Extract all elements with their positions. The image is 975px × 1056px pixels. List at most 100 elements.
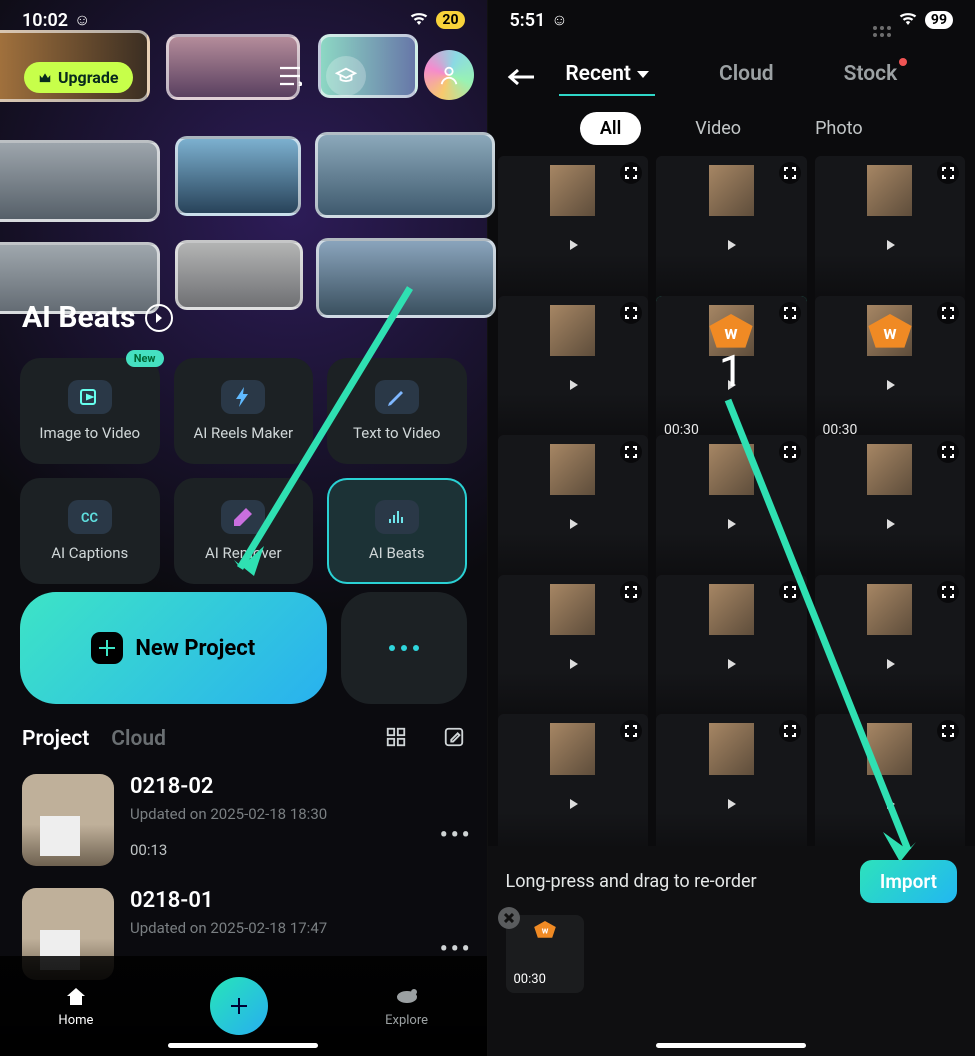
expand-icon[interactable] bbox=[779, 720, 801, 742]
nav-home[interactable]: Home bbox=[58, 985, 93, 1028]
template-thumbnail[interactable] bbox=[315, 132, 495, 218]
project-tabs: Project Cloud bbox=[22, 726, 465, 752]
media-item[interactable] bbox=[656, 575, 807, 726]
media-item[interactable] bbox=[815, 714, 966, 846]
tab-cloud[interactable]: Cloud bbox=[719, 62, 774, 86]
nav-explore-label: Explore bbox=[385, 1013, 428, 1028]
media-item[interactable] bbox=[498, 296, 649, 447]
status-emoji-icon: ☺ bbox=[74, 10, 90, 30]
tab-stock[interactable]: Stock bbox=[844, 62, 898, 86]
tab-stock-label: Stock bbox=[844, 62, 898, 86]
media-item[interactable]: w100:30 bbox=[656, 296, 807, 447]
eraser-icon bbox=[221, 500, 265, 534]
media-item[interactable]: w00:30 bbox=[815, 296, 966, 447]
w-badge-icon: w bbox=[533, 921, 557, 939]
tool-image-to-video[interactable]: New Image to Video bbox=[20, 358, 160, 464]
wifi-icon bbox=[410, 10, 428, 31]
template-thumbnail[interactable] bbox=[316, 238, 496, 318]
filter-video[interactable]: Video bbox=[675, 112, 761, 145]
tool-reels-maker[interactable]: AI Reels Maker bbox=[174, 358, 314, 464]
filter-photo[interactable]: Photo bbox=[795, 112, 883, 145]
media-item[interactable] bbox=[498, 575, 649, 726]
tool-text-to-video[interactable]: Text to Video bbox=[327, 358, 467, 464]
expand-icon[interactable] bbox=[779, 162, 801, 184]
tool-label: AI Remover bbox=[205, 544, 282, 562]
dropdown-caret-icon bbox=[637, 71, 649, 78]
selection-tray: Long-press and drag to re-order Import w… bbox=[488, 846, 975, 1056]
media-item[interactable] bbox=[815, 575, 966, 726]
template-thumbnail[interactable] bbox=[175, 240, 303, 310]
profile-avatar[interactable] bbox=[424, 50, 474, 100]
media-item[interactable] bbox=[498, 156, 649, 307]
source-tabs: Recent Cloud Stock bbox=[488, 62, 975, 86]
media-item[interactable] bbox=[656, 435, 807, 586]
tab-recent-label: Recent bbox=[565, 62, 631, 86]
remove-selection-icon[interactable] bbox=[498, 907, 520, 929]
status-emoji-icon: ☺ bbox=[551, 10, 567, 30]
crown-icon bbox=[38, 71, 52, 85]
plus-icon bbox=[91, 632, 123, 664]
cc-icon: CC bbox=[68, 500, 112, 534]
project-duration: 00:13 bbox=[130, 841, 424, 859]
section-title: AI Beats bbox=[22, 300, 135, 335]
nav-explore[interactable]: Explore bbox=[385, 985, 428, 1028]
expand-icon[interactable] bbox=[779, 581, 801, 603]
more-icon bbox=[389, 645, 419, 651]
project-item[interactable]: 0218-02 Updated on 2025-02-18 18:30 00:1… bbox=[22, 774, 473, 866]
filter-all[interactable]: All bbox=[580, 112, 641, 145]
wifi-icon bbox=[899, 10, 917, 31]
beats-icon bbox=[375, 500, 419, 534]
svg-text:CC: CC bbox=[81, 511, 99, 526]
tool-ai-remover[interactable]: AI Remover bbox=[174, 478, 314, 584]
expand-icon[interactable] bbox=[779, 302, 801, 324]
import-button[interactable]: Import bbox=[860, 860, 957, 903]
media-filter: All Video Photo bbox=[488, 112, 975, 145]
section-heading[interactable]: AI Beats bbox=[22, 300, 173, 335]
media-item[interactable] bbox=[815, 156, 966, 307]
expand-icon[interactable] bbox=[620, 581, 642, 603]
project-list: 0218-02 Updated on 2025-02-18 18:30 00:1… bbox=[22, 774, 473, 980]
expand-icon[interactable] bbox=[620, 302, 642, 324]
expand-icon[interactable] bbox=[779, 441, 801, 463]
expand-icon[interactable] bbox=[937, 581, 959, 603]
image-video-icon bbox=[68, 380, 112, 414]
media-item[interactable] bbox=[815, 435, 966, 586]
tab-recent[interactable]: Recent bbox=[565, 62, 649, 86]
tool-ai-captions[interactable]: CC AI Captions bbox=[20, 478, 160, 584]
media-item[interactable] bbox=[656, 714, 807, 846]
tab-cloud[interactable]: Cloud bbox=[111, 727, 166, 751]
tab-project[interactable]: Project bbox=[22, 727, 89, 751]
project-updated: Updated on 2025-02-18 17:47 bbox=[130, 919, 424, 937]
status-time: 5:51 bbox=[510, 10, 546, 31]
tutorial-icon[interactable] bbox=[326, 56, 366, 96]
project-title: 0218-02 bbox=[130, 774, 424, 799]
project-more-icon[interactable]: ••• bbox=[440, 793, 473, 848]
expand-icon[interactable] bbox=[620, 162, 642, 184]
more-button[interactable] bbox=[341, 592, 467, 704]
media-item[interactable] bbox=[498, 714, 649, 846]
grid-view-icon[interactable] bbox=[385, 726, 407, 752]
edit-icon[interactable] bbox=[443, 726, 465, 752]
template-thumbnail[interactable] bbox=[175, 136, 301, 216]
tool-ai-beats[interactable]: AI Beats bbox=[327, 478, 467, 584]
new-project-button[interactable]: New Project bbox=[20, 592, 327, 704]
tool-label: AI Beats bbox=[369, 544, 425, 562]
template-carousel[interactable] bbox=[0, 12, 487, 312]
project-more-icon[interactable]: ••• bbox=[440, 907, 473, 962]
upgrade-button[interactable]: Upgrade bbox=[24, 62, 133, 93]
template-list-icon[interactable] bbox=[278, 66, 302, 90]
status-time: 10:02 bbox=[22, 10, 68, 31]
nav-create[interactable] bbox=[210, 977, 268, 1035]
notification-dot-icon bbox=[899, 58, 907, 66]
project-updated: Updated on 2025-02-18 18:30 bbox=[130, 805, 424, 823]
project-title: 0218-01 bbox=[130, 888, 424, 913]
media-item[interactable] bbox=[498, 435, 649, 586]
selection-item[interactable]: w 00:30 bbox=[506, 915, 584, 993]
bottom-nav: Home Explore bbox=[0, 956, 487, 1056]
media-grid[interactable]: w100:30w00:30 bbox=[498, 156, 966, 846]
media-item[interactable] bbox=[656, 156, 807, 307]
template-thumbnail[interactable] bbox=[0, 140, 160, 222]
expand-icon[interactable] bbox=[937, 162, 959, 184]
tray-hint: Long-press and drag to re-order bbox=[506, 871, 757, 892]
expand-icon[interactable] bbox=[937, 302, 959, 324]
